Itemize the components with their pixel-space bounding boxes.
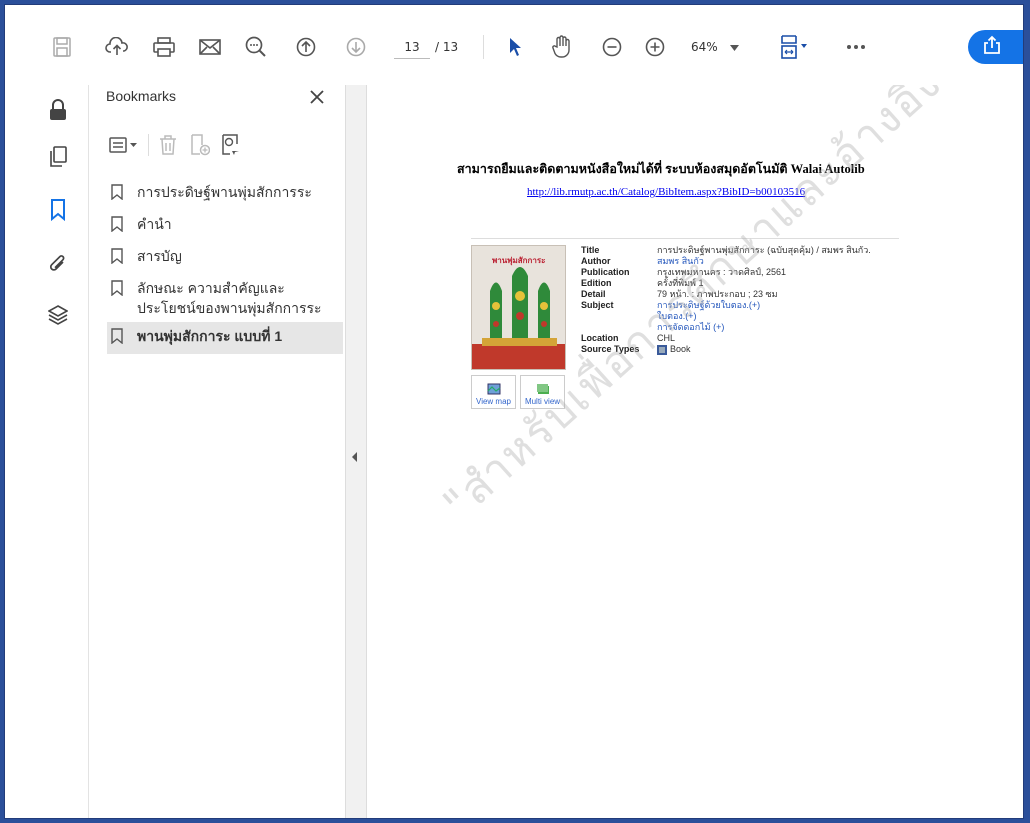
app-window: 13 / 13 64% Bookmarks การประดิษฐ์พานพุ่ม… — [4, 4, 1024, 819]
options-menu-icon[interactable] — [106, 132, 142, 158]
new-bookmark-icon[interactable] — [187, 132, 213, 158]
bookmark-tools — [106, 131, 245, 159]
bookmarks-panel: Bookmarks การประดิษฐ์พานพุ่มสักการระ คำน… — [89, 85, 345, 818]
close-icon[interactable] — [307, 87, 327, 107]
chevron-down-icon — [729, 40, 739, 54]
fit-page-icon[interactable] — [779, 35, 811, 59]
bookmark-item[interactable]: ลักษณะ ความสำคัญและประโยชน์ของพานพุ่มสัก… — [107, 274, 343, 322]
zoom-value: 64% — [691, 40, 718, 54]
bookmark-label: สารบัญ — [137, 248, 182, 264]
bookmark-item[interactable]: สารบัญ — [107, 242, 343, 274]
bookmark-icon — [107, 182, 127, 202]
search-icon[interactable] — [243, 35, 269, 59]
share-icon — [982, 35, 1002, 59]
bookmark-list: การประดิษฐ์พานพุ่มสักการระ คำนำ สารบัญ ล… — [107, 178, 343, 354]
share-button[interactable] — [968, 30, 1023, 64]
toolbar-divider — [483, 35, 484, 59]
upload-icon[interactable] — [104, 35, 130, 59]
bookmark-label: พานพุ่มสักการะ แบบที่ 1 — [137, 328, 283, 344]
tool-divider — [148, 134, 149, 156]
view-map-label: View map — [476, 397, 511, 406]
more-icon[interactable] — [843, 35, 869, 59]
book-cover-image: พานพุ่มสักการะ — [471, 245, 566, 370]
bookmark-icon — [107, 246, 127, 266]
delete-icon[interactable] — [155, 132, 181, 158]
print-icon[interactable] — [151, 35, 177, 59]
bookmark-item[interactable]: การประดิษฐ์พานพุ่มสักการระ — [107, 178, 343, 210]
email-icon[interactable] — [197, 35, 223, 59]
zoom-out-icon[interactable] — [600, 35, 624, 59]
layers-icon[interactable] — [46, 303, 70, 327]
page-up-icon[interactable] — [294, 35, 318, 59]
bookmark-item-selected[interactable]: พานพุ่มสักการะ แบบที่ 1 — [107, 322, 343, 354]
bookmark-label: การประดิษฐ์พานพุ่มสักการระ — [137, 184, 312, 200]
bookmark-item[interactable]: คำนำ — [107, 210, 343, 242]
navigation-rail — [5, 85, 89, 818]
page-number-input[interactable]: 13 — [394, 35, 430, 59]
bookmark-icon — [107, 214, 127, 234]
bookmark-icon — [107, 326, 127, 346]
panel-title: Bookmarks — [106, 88, 177, 104]
bookmark-icon[interactable] — [46, 198, 70, 222]
chevron-left-icon — [352, 452, 357, 462]
attachment-icon[interactable] — [46, 252, 70, 276]
pages-icon[interactable] — [46, 145, 70, 169]
find-bookmark-icon[interactable] — [219, 132, 245, 158]
view-map-button[interactable]: View map — [471, 375, 516, 409]
page-down-icon[interactable] — [344, 35, 368, 59]
bookmark-icon — [107, 278, 127, 298]
page-total: / 13 — [435, 40, 459, 54]
zoom-in-icon[interactable] — [643, 35, 667, 59]
save-icon[interactable] — [50, 35, 74, 59]
lock-icon[interactable] — [46, 98, 70, 122]
bookmark-label: คำนำ — [137, 216, 172, 232]
bookmark-label: ลักษณะ ความสำคัญและประโยชน์ของพานพุ่มสัก… — [137, 280, 322, 316]
toolbar: 13 / 13 64% — [5, 5, 1023, 85]
panel-collapse-handle[interactable] — [345, 85, 367, 818]
map-icon — [487, 383, 500, 395]
hand-icon[interactable] — [549, 35, 575, 59]
document-view: สามารถยืมและติดตามหนังสือใหม่ได้ที่ ระบบ… — [367, 85, 1023, 818]
zoom-select[interactable]: 64% — [691, 35, 751, 59]
select-cursor-icon[interactable] — [503, 35, 527, 59]
